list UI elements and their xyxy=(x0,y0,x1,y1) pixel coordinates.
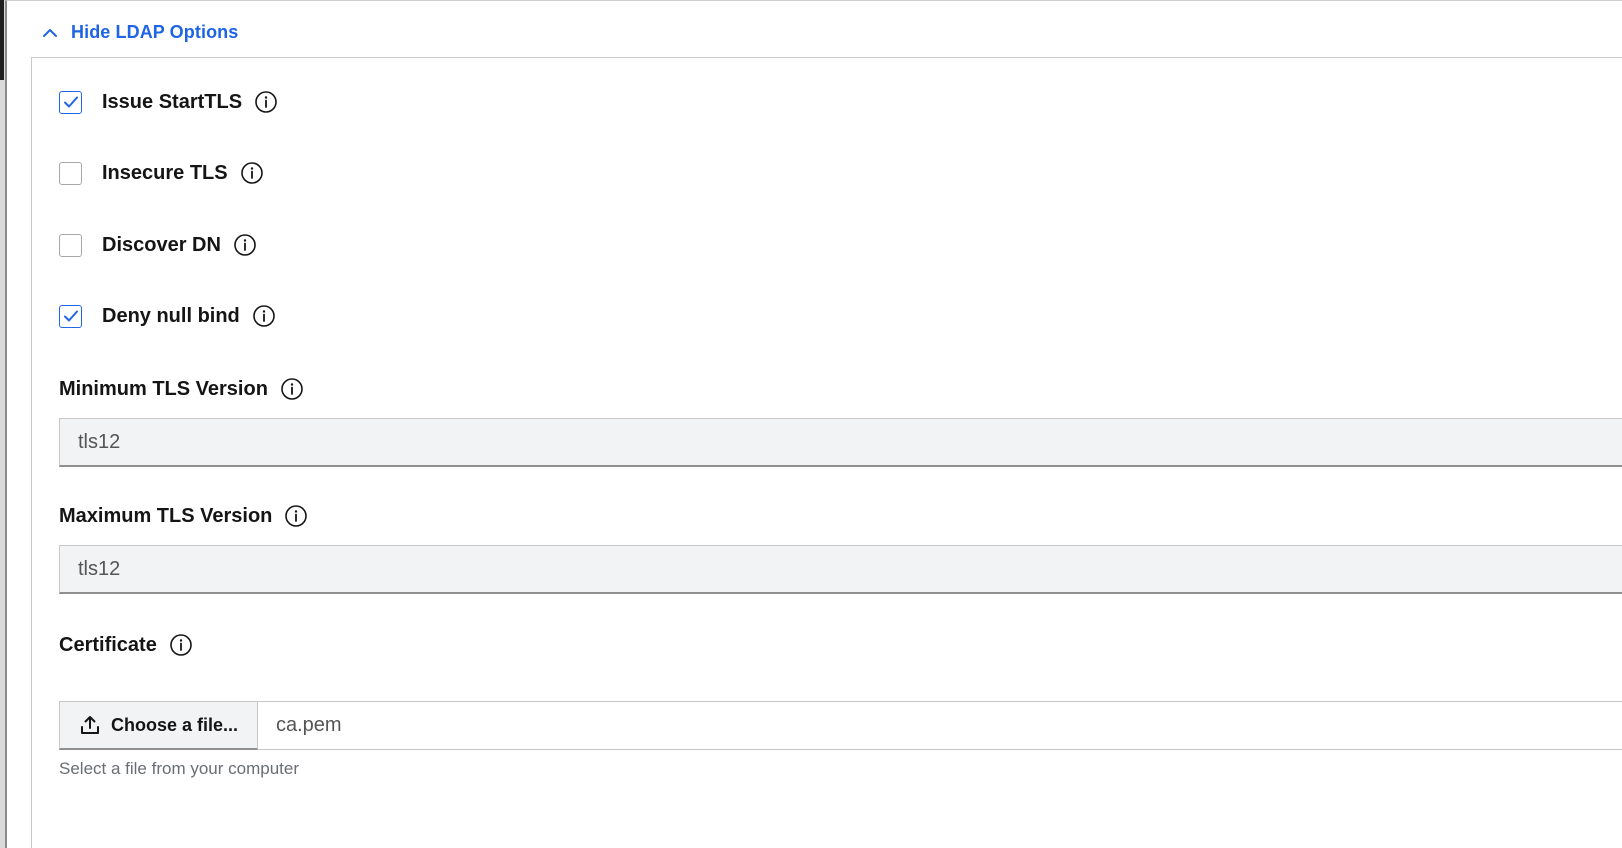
max-tls-select[interactable]: tls12 xyxy=(59,545,1622,594)
hide-ldap-options-toggle[interactable]: Hide LDAP Options xyxy=(41,22,238,43)
certificate-label: Certificate xyxy=(59,633,157,656)
info-icon[interactable] xyxy=(240,161,264,185)
window-edge xyxy=(0,0,4,80)
min-tls-field-label: Minimum TLS Version xyxy=(59,377,304,401)
insecure-tls-label: Insecure TLS xyxy=(102,161,228,184)
discover-dn-checkbox[interactable] xyxy=(59,233,82,257)
deny-null-bind-checkbox[interactable] xyxy=(59,304,82,328)
insecure-tls-checkbox[interactable] xyxy=(59,161,82,185)
option-discover-dn: Discover DN xyxy=(59,233,257,257)
info-icon[interactable] xyxy=(252,304,276,328)
choose-file-button[interactable]: Choose a file... xyxy=(59,701,258,750)
file-name-value: ca.pem xyxy=(276,714,342,736)
screen: Hide LDAP Options Issue StartTLS Insecur xyxy=(0,0,1622,848)
discover-dn-label: Discover DN xyxy=(102,233,221,256)
chevron-up-icon xyxy=(41,24,59,42)
issue-starttls-label: Issue StartTLS xyxy=(102,90,243,113)
max-tls-value: tls12 xyxy=(78,557,121,580)
option-issue-starttls: Issue StartTLS xyxy=(59,90,278,114)
min-tls-label: Minimum TLS Version xyxy=(59,377,268,400)
checkmark-icon xyxy=(63,310,78,322)
deny-null-bind-label: Deny null bind xyxy=(102,304,240,327)
certificate-file-upload: Choose a file... ca.pem xyxy=(59,701,1622,750)
info-icon[interactable] xyxy=(280,377,304,401)
min-tls-select[interactable]: tls12 xyxy=(59,418,1622,467)
file-name-field[interactable]: ca.pem xyxy=(258,701,1622,750)
choose-file-label: Choose a file... xyxy=(110,714,239,735)
upload-icon xyxy=(80,716,99,734)
max-tls-label: Maximum TLS Version xyxy=(59,504,273,527)
issue-starttls-checkbox[interactable] xyxy=(59,90,82,114)
min-tls-value: tls12 xyxy=(78,430,121,453)
ldap-form-page: Hide LDAP Options Issue StartTLS Insecur xyxy=(5,0,1622,848)
info-icon[interactable] xyxy=(169,633,193,657)
option-insecure-tls: Insecure TLS xyxy=(59,161,264,185)
certificate-field-label: Certificate xyxy=(59,633,193,657)
hide-ldap-options-label: Hide LDAP Options xyxy=(71,22,239,42)
checkmark-icon xyxy=(63,96,78,108)
info-icon[interactable] xyxy=(254,90,278,114)
info-icon[interactable] xyxy=(284,504,308,528)
option-deny-null-bind: Deny null bind xyxy=(59,304,276,328)
file-helper-text: Select a file from your computer xyxy=(59,759,299,778)
max-tls-field-label: Maximum TLS Version xyxy=(59,504,308,528)
info-icon[interactable] xyxy=(233,233,257,257)
